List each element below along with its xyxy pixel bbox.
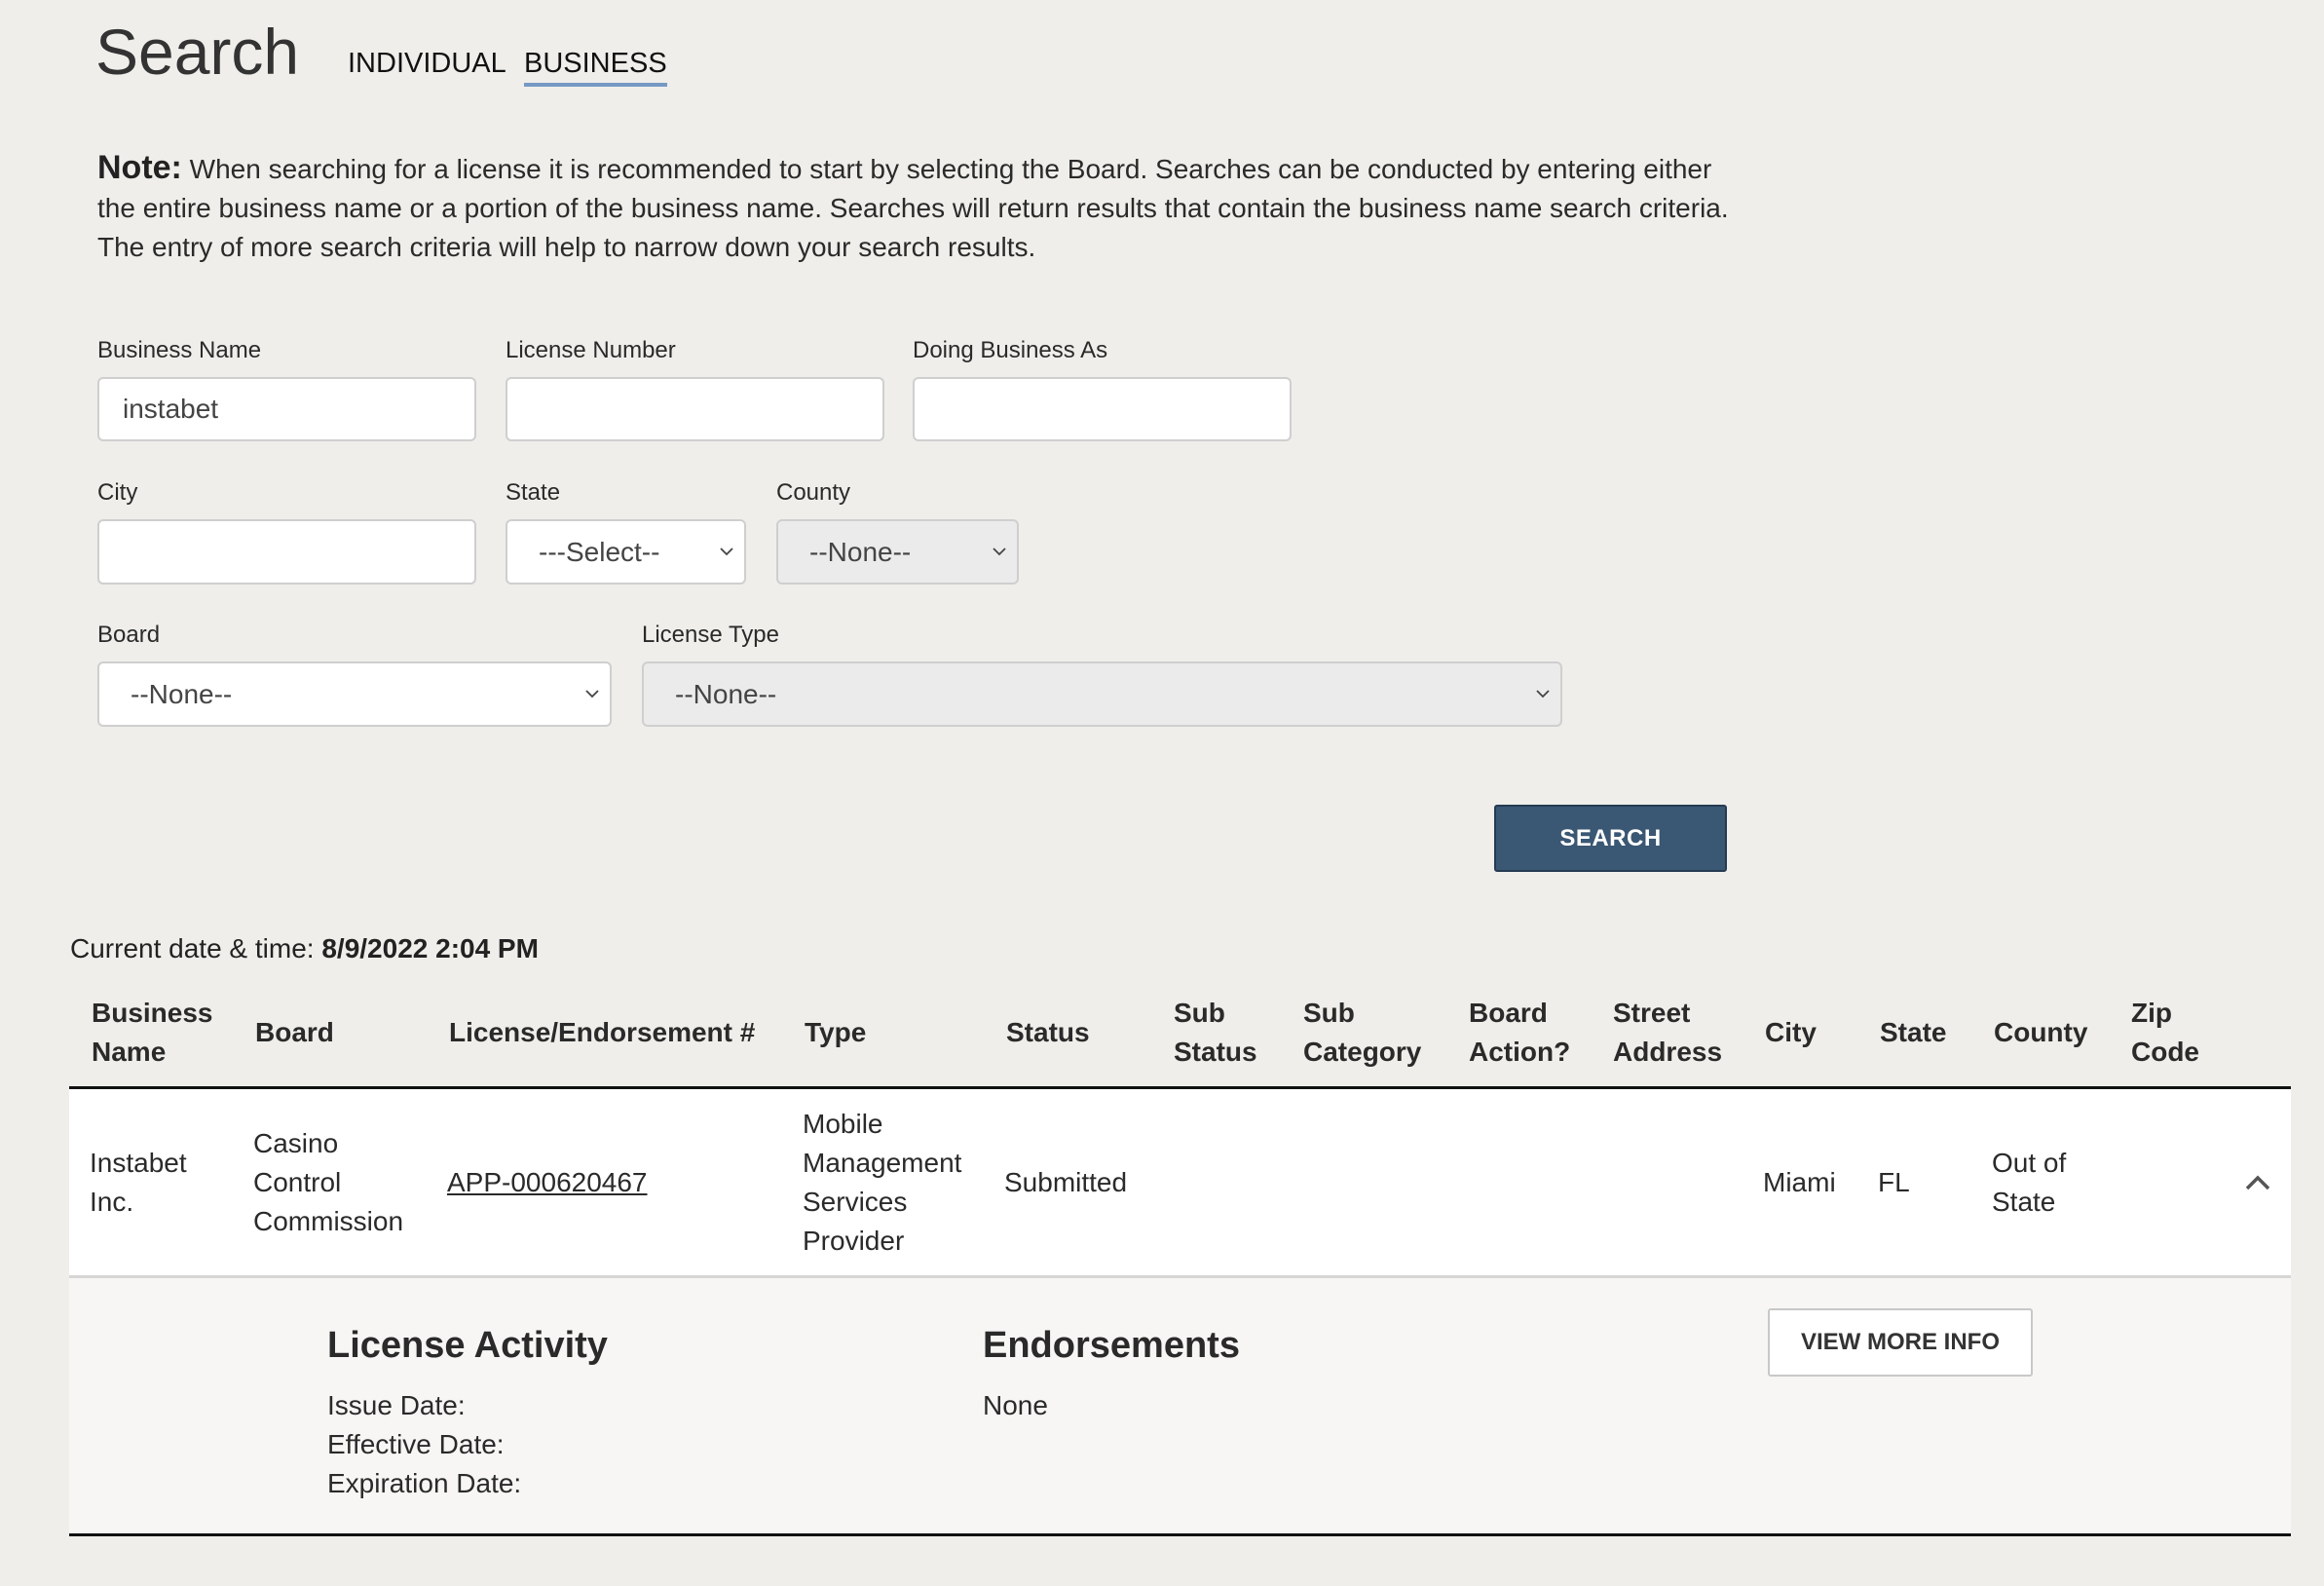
datetime-label: Current date & time: bbox=[70, 933, 315, 963]
cell-board-action bbox=[1467, 1089, 1584, 1275]
tab-business[interactable]: BUSINESS bbox=[524, 47, 667, 87]
cell-city: Miami bbox=[1763, 1166, 1836, 1197]
column-header-board: Board bbox=[255, 1016, 334, 1047]
column-header-street-address: Street Address bbox=[1613, 997, 1723, 1067]
cell-street-address bbox=[1611, 1089, 1738, 1275]
state-select[interactable]: ---Select-- bbox=[506, 519, 746, 585]
county-select-value: --None-- bbox=[809, 536, 912, 567]
current-datetime: Current date & time: 8/9/2022 2:04 PM bbox=[70, 933, 539, 964]
chevron-down-icon bbox=[720, 547, 733, 555]
search-note: Note: When searching for a license it is… bbox=[97, 148, 1753, 267]
license-type-label: License Type bbox=[642, 622, 779, 648]
board-select-value: --None-- bbox=[131, 678, 233, 709]
cell-business-name: Instabet Inc. bbox=[90, 1147, 187, 1217]
effective-date-label: Effective Date: bbox=[327, 1429, 505, 1459]
cell-type: Mobile Management Services Provider bbox=[803, 1108, 962, 1256]
dba-input[interactable] bbox=[913, 377, 1292, 441]
chevron-down-icon bbox=[585, 689, 599, 698]
column-header-license: License/Endorsement # bbox=[449, 1016, 756, 1047]
issue-date-label: Issue Date: bbox=[327, 1390, 466, 1420]
chevron-down-icon bbox=[1536, 689, 1550, 698]
datetime-value: 8/9/2022 2:04 PM bbox=[321, 933, 539, 963]
dba-label: Doing Business As bbox=[913, 337, 1108, 363]
cell-license: APP-000620467 bbox=[447, 1089, 768, 1275]
license-number-label: License Number bbox=[506, 337, 676, 363]
tab-individual[interactable]: INDIVIDUAL bbox=[348, 47, 506, 83]
expiration-date-label: Expiration Date: bbox=[327, 1468, 522, 1498]
license-number-input[interactable] bbox=[506, 377, 884, 441]
license-number-link[interactable]: APP-000620467 bbox=[447, 1163, 648, 1202]
cell-county: Out of State bbox=[1992, 1147, 2067, 1217]
column-header-county: County bbox=[1994, 1016, 2088, 1047]
column-header-sub-status: Sub Status bbox=[1174, 997, 1257, 1067]
column-header-type: Type bbox=[805, 1016, 867, 1047]
board-select[interactable]: --None-- bbox=[97, 661, 612, 727]
search-button[interactable]: SEARCH bbox=[1494, 805, 1727, 872]
board-label: Board bbox=[97, 622, 161, 648]
column-header-zip-code: Zip Code bbox=[2131, 997, 2199, 1067]
column-header-status: Status bbox=[1006, 1016, 1090, 1047]
state-select-value: ---Select-- bbox=[539, 536, 660, 567]
business-name-label: Business Name bbox=[97, 337, 262, 363]
chevron-down-icon bbox=[993, 547, 1006, 555]
column-header-board-action: Board Action? bbox=[1469, 997, 1571, 1067]
city-input[interactable] bbox=[97, 519, 476, 585]
city-label: City bbox=[97, 479, 138, 506]
business-name-input[interactable] bbox=[97, 377, 476, 441]
chevron-up-icon[interactable] bbox=[2242, 1167, 2273, 1198]
cell-sub-category bbox=[1301, 1089, 1447, 1275]
cell-sub-status bbox=[1172, 1089, 1279, 1275]
column-header-city: City bbox=[1765, 1016, 1817, 1047]
cell-status: Submitted bbox=[1004, 1166, 1128, 1197]
view-more-info-button[interactable]: VIEW MORE INFO bbox=[1768, 1308, 2033, 1377]
page-title: Search bbox=[95, 16, 300, 88]
license-type-select[interactable]: --None-- bbox=[642, 661, 1562, 727]
column-header-state: State bbox=[1880, 1016, 1947, 1047]
column-header-sub-category: Sub Category bbox=[1303, 997, 1422, 1067]
note-text: When searching for a license it is recom… bbox=[97, 154, 1729, 262]
license-type-select-value: --None-- bbox=[675, 678, 777, 709]
license-activity-title: License Activity bbox=[327, 1325, 608, 1366]
cell-zip-code bbox=[2129, 1089, 2217, 1275]
endorsements-title: Endorsements bbox=[983, 1325, 1240, 1366]
county-select[interactable]: --None-- bbox=[776, 519, 1019, 585]
table-bottom-divider bbox=[69, 1533, 2291, 1536]
state-label: State bbox=[506, 479, 561, 506]
column-header-business-name: Business Name bbox=[92, 997, 213, 1067]
county-label: County bbox=[776, 479, 851, 506]
note-label: Note: bbox=[97, 149, 182, 186]
cell-state: FL bbox=[1878, 1166, 1910, 1197]
endorsements-value: None bbox=[983, 1390, 1048, 1420]
cell-board: Casino Control Commission bbox=[253, 1127, 404, 1236]
